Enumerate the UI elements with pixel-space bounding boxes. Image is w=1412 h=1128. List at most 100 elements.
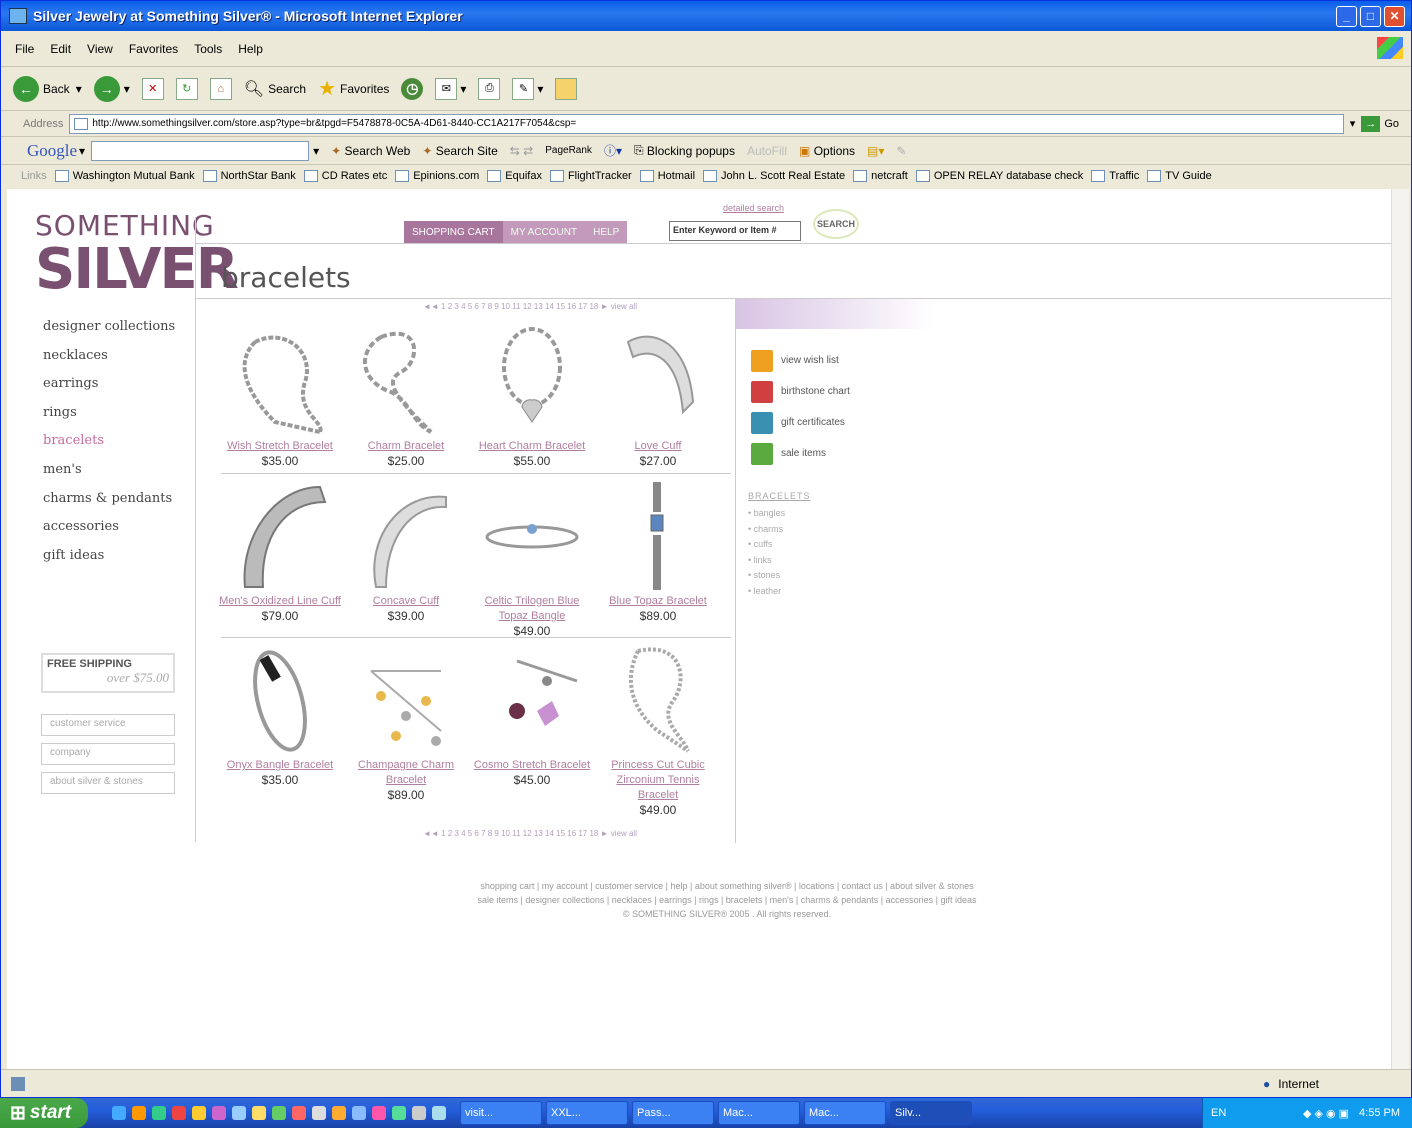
app-quicklaunch-icon[interactable]: [252, 1106, 266, 1120]
language-indicator[interactable]: EN: [1211, 1107, 1226, 1119]
print-button[interactable]: ⎙: [478, 77, 501, 100]
taskbar-button[interactable]: Pass...: [632, 1101, 714, 1125]
taskbar-button-active[interactable]: Silv...: [890, 1101, 972, 1125]
nav-charms-pendants[interactable]: charms & pendants: [43, 491, 175, 520]
product-card[interactable]: Princess Cut Cubic Zirconium Tennis Brac…: [595, 638, 721, 818]
pagination-top[interactable]: ◄◄ 1 2 3 4 5 6 7 8 9 10 11 12 13 14 15 1…: [423, 302, 637, 311]
link-traffic[interactable]: Traffic: [1091, 170, 1139, 182]
link-tv-guide[interactable]: TV Guide: [1147, 170, 1212, 182]
maximize-button[interactable]: □: [1360, 5, 1381, 27]
link-open-relay[interactable]: OPEN RELAY database check: [915, 170, 1083, 182]
menu-view[interactable]: View: [87, 42, 113, 56]
keyword-search-input[interactable]: Enter Keyword or Item #: [669, 221, 801, 241]
gift-certificates-link[interactable]: gift certificates: [751, 407, 850, 438]
back-button[interactable]: ← Back ▾: [13, 75, 82, 102]
autofill-button[interactable]: AutoFill: [747, 144, 787, 158]
app-quicklaunch-icon[interactable]: [372, 1106, 386, 1120]
product-name[interactable]: Blue Topaz Bracelet: [595, 594, 721, 609]
info-icon[interactable]: ⓘ▾: [604, 142, 622, 159]
forward-button[interactable]: → ▾: [93, 75, 130, 102]
app-quicklaunch-icon[interactable]: [412, 1106, 426, 1120]
ie-quicklaunch-icon[interactable]: [112, 1106, 126, 1120]
footer-links-1[interactable]: shopping cart | my account | customer se…: [207, 879, 1247, 893]
product-name[interactable]: Cosmo Stretch Bracelet: [469, 758, 595, 773]
edit-button[interactable]: ✎ ▾: [512, 77, 543, 100]
product-image[interactable]: [469, 474, 595, 594]
home-button[interactable]: ⌂: [209, 77, 232, 100]
nav-bracelets[interactable]: bracelets: [43, 433, 175, 462]
product-name[interactable]: Love Cuff: [595, 439, 721, 454]
highlight-icon[interactable]: ✎: [896, 144, 906, 158]
product-name[interactable]: Heart Charm Bracelet: [469, 439, 595, 454]
app-quicklaunch-icon[interactable]: [352, 1106, 366, 1120]
taskbar-button[interactable]: visit...: [460, 1101, 542, 1125]
pagination-bottom[interactable]: ◄◄ 1 2 3 4 5 6 7 8 9 10 11 12 13 14 15 1…: [423, 829, 637, 838]
taskbar-button[interactable]: Mac...: [718, 1101, 800, 1125]
search-button[interactable]: 🔍︎ Search: [244, 79, 306, 99]
app-quicklaunch-icon[interactable]: [272, 1106, 286, 1120]
product-card[interactable]: Blue Topaz Bracelet $89.00: [595, 474, 721, 624]
link-netcraft[interactable]: netcraft: [853, 170, 908, 182]
link-cd-rates[interactable]: CD Rates etc: [303, 170, 387, 182]
folder-button[interactable]: [555, 77, 578, 100]
subcat-bangles[interactable]: • bangles: [748, 506, 785, 522]
product-image[interactable]: [343, 474, 469, 594]
stop-button[interactable]: ✕: [141, 77, 164, 100]
product-card[interactable]: Wish Stretch Bracelet $35.00: [217, 319, 343, 469]
taskbar-button[interactable]: Mac...: [804, 1101, 886, 1125]
sale-items-link[interactable]: sale items: [751, 438, 850, 469]
product-image[interactable]: [217, 319, 343, 439]
app-quicklaunch-icon[interactable]: [212, 1106, 226, 1120]
app-quicklaunch-icon[interactable]: [192, 1106, 206, 1120]
app-quicklaunch-icon[interactable]: [292, 1106, 306, 1120]
product-name[interactable]: Champagne Charm Bracelet: [343, 758, 469, 788]
news-icon[interactable]: ⇆ ⇄: [510, 144, 533, 158]
link-flighttracker[interactable]: FlightTracker: [549, 170, 632, 182]
product-name[interactable]: Men's Oxidized Line Cuff: [217, 594, 343, 609]
company-link[interactable]: company: [41, 743, 175, 765]
menu-help[interactable]: Help: [238, 42, 263, 56]
address-dropdown-icon[interactable]: ▾: [1350, 117, 1356, 130]
app-quicklaunch-icon[interactable]: [152, 1106, 166, 1120]
nav-designer-collections[interactable]: designer collections: [43, 319, 175, 348]
detailed-search-link[interactable]: detailed search: [723, 203, 784, 213]
search-web-button[interactable]: ✦ Search Web: [331, 144, 410, 158]
product-name[interactable]: Charm Bracelet: [343, 439, 469, 454]
go-button[interactable]: Go: [1384, 118, 1399, 130]
product-name[interactable]: Onyx Bangle Bracelet: [217, 758, 343, 773]
menu-edit[interactable]: Edit: [50, 42, 71, 56]
link-epinions[interactable]: Epinions.com: [395, 170, 479, 182]
product-card[interactable]: Charm Bracelet $25.00: [343, 319, 469, 469]
nav-rings[interactable]: rings: [43, 405, 175, 434]
link-john-scott[interactable]: John L. Scott Real Estate: [703, 170, 845, 182]
address-input[interactable]: http://www.somethingsilver.com/store.asp…: [69, 113, 1344, 134]
app-quicklaunch-icon[interactable]: [432, 1106, 446, 1120]
popup-blocker-button[interactable]: ⎘ Blocking popups: [634, 143, 735, 158]
product-card[interactable]: Champagne Charm Bracelet $89.00: [343, 638, 469, 803]
nav-earrings[interactable]: earrings: [43, 376, 175, 405]
menu-file[interactable]: File: [15, 42, 34, 56]
tray-icons[interactable]: ◆ ◈ ◉ ▣: [1303, 1107, 1349, 1120]
app-quicklaunch-icon[interactable]: [312, 1106, 326, 1120]
menu-favorites[interactable]: Favorites: [129, 42, 178, 56]
link-northstar[interactable]: NorthStar Bank: [202, 170, 296, 182]
subcat-leather[interactable]: • leather: [748, 584, 785, 600]
nav-mens[interactable]: men's: [43, 462, 175, 491]
subcat-stones[interactable]: • stones: [748, 568, 785, 584]
product-card[interactable]: Love Cuff $27.00: [595, 319, 721, 469]
tab-help[interactable]: HELP: [585, 221, 628, 243]
google-search-input[interactable]: [91, 140, 310, 161]
product-name[interactable]: Celtic Trilogen Blue Topaz Bangle: [469, 594, 595, 624]
close-button[interactable]: ✕: [1384, 5, 1405, 27]
product-card[interactable]: Onyx Bangle Bracelet $35.00: [217, 638, 343, 788]
mail-button[interactable]: ✉ ▾: [435, 77, 466, 100]
product-image[interactable]: [343, 319, 469, 439]
options-button[interactable]: ▣ Options: [799, 144, 855, 158]
start-button[interactable]: ⊞ start: [0, 1098, 88, 1128]
subcat-cuffs[interactable]: • cuffs: [748, 537, 785, 553]
app-quicklaunch-icon[interactable]: [332, 1106, 346, 1120]
link-equifax[interactable]: Equifax: [487, 170, 542, 182]
minimize-button[interactable]: _: [1336, 5, 1357, 27]
google-logo[interactable]: Google: [27, 141, 77, 161]
product-name[interactable]: Princess Cut Cubic Zirconium Tennis Brac…: [595, 758, 721, 803]
